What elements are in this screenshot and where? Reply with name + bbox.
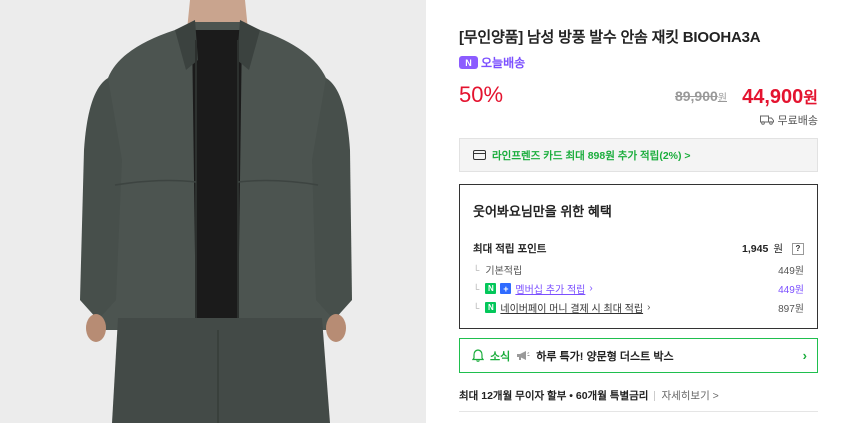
indent-icon: └: [473, 283, 480, 294]
installment-info: 최대 12개월 무이자 할부 • 60개월 특별금리 자세히보기 >: [459, 388, 719, 403]
discount-rate: 50%: [459, 82, 504, 107]
today-delivery-icon: N: [459, 56, 478, 69]
notice-label: 소식: [490, 350, 511, 363]
membership-points-value: 449원: [778, 285, 804, 296]
today-delivery-label: 오늘배송: [481, 56, 526, 70]
indent-icon: └: [473, 302, 480, 313]
truck-icon: [759, 115, 774, 125]
max-points-value-group: 1,945 원 ?: [742, 241, 804, 256]
basic-points-row: └ 기본적립 449원: [473, 262, 804, 278]
original-price-value: 89,900: [674, 88, 718, 104]
product-title: [무인양품] 남성 방풍 발수 안솜 재킷 BIOOHA3A: [459, 29, 761, 46]
chevron-right-icon: ›: [589, 283, 593, 294]
sale-price-value: 44,900: [742, 86, 804, 108]
basic-points-label: 기본적립: [485, 266, 523, 277]
credit-card-icon: [473, 150, 486, 160]
product-photo-illustration: [0, 0, 426, 423]
membership-points-label[interactable]: 멤버십 추가 적립: [515, 281, 585, 296]
bottom-divider: [459, 411, 818, 412]
divider: [654, 390, 656, 401]
max-points-unit: 원: [773, 243, 783, 255]
notice-text: 하루 특가! 양문형 더스트 박스: [536, 350, 674, 363]
original-price: 89,900원: [675, 88, 727, 104]
original-price-unit: 원: [717, 93, 727, 104]
today-delivery-badge: N 오늘배송: [459, 54, 525, 71]
card-promo-banner[interactable]: 라인프렌즈 카드 최대 898원 추가 적립(2%) >: [459, 138, 818, 172]
megaphone-icon: [517, 351, 530, 360]
sale-price-unit: 원: [803, 90, 818, 107]
indent-icon: └: [473, 264, 480, 275]
benefits-box: 웃어봐요님만을 위한 혜택 최대 적립 포인트 1,945 원 ? └ 기본적립 4…: [459, 184, 818, 329]
installment-text: 최대 12개월 무이자 할부 • 60개월 특별금리: [459, 390, 649, 402]
help-icon[interactable]: ?: [792, 242, 804, 255]
plus-icon: +: [500, 283, 512, 294]
installment-details-link[interactable]: 자세히보기 >: [661, 388, 718, 403]
max-points-row: 최대 적립 포인트 1,945 원 ?: [473, 241, 804, 256]
benefits-title: 웃어봐요님만을 위한 혜택: [473, 204, 612, 219]
max-points-value: 1,945: [742, 242, 769, 255]
basic-points-value: 449원: [778, 266, 804, 277]
sale-price: 44,900원: [742, 84, 818, 109]
chevron-right-icon: ›: [647, 302, 651, 313]
chevron-right-icon: ›: [802, 348, 807, 363]
membership-points-row[interactable]: └ N + 멤버십 추가 적립 › 449원: [473, 281, 804, 296]
npay-points-value: 897원: [778, 304, 804, 315]
naver-pay-icon: N: [485, 302, 497, 313]
npay-points-label[interactable]: 네이버페이 머니 결제 시 최대 적립: [500, 300, 643, 315]
card-promo-text: 라인프렌즈 카드 최대 898원 추가 적립(2%) >: [492, 149, 691, 162]
bell-icon: [472, 349, 484, 362]
npay-points-row[interactable]: └ N 네이버페이 머니 결제 시 최대 적립 › 897원: [473, 300, 804, 315]
store-notice-banner[interactable]: 소식 하루 특가! 양문형 더스트 박스 ›: [459, 338, 818, 373]
product-image: [0, 0, 426, 423]
max-points-label: 최대 적립 포인트: [473, 243, 547, 255]
naver-n-icon: N: [485, 283, 497, 294]
shipping-label: 무료배송: [777, 115, 818, 127]
shipping-info: 무료배송: [759, 112, 818, 128]
